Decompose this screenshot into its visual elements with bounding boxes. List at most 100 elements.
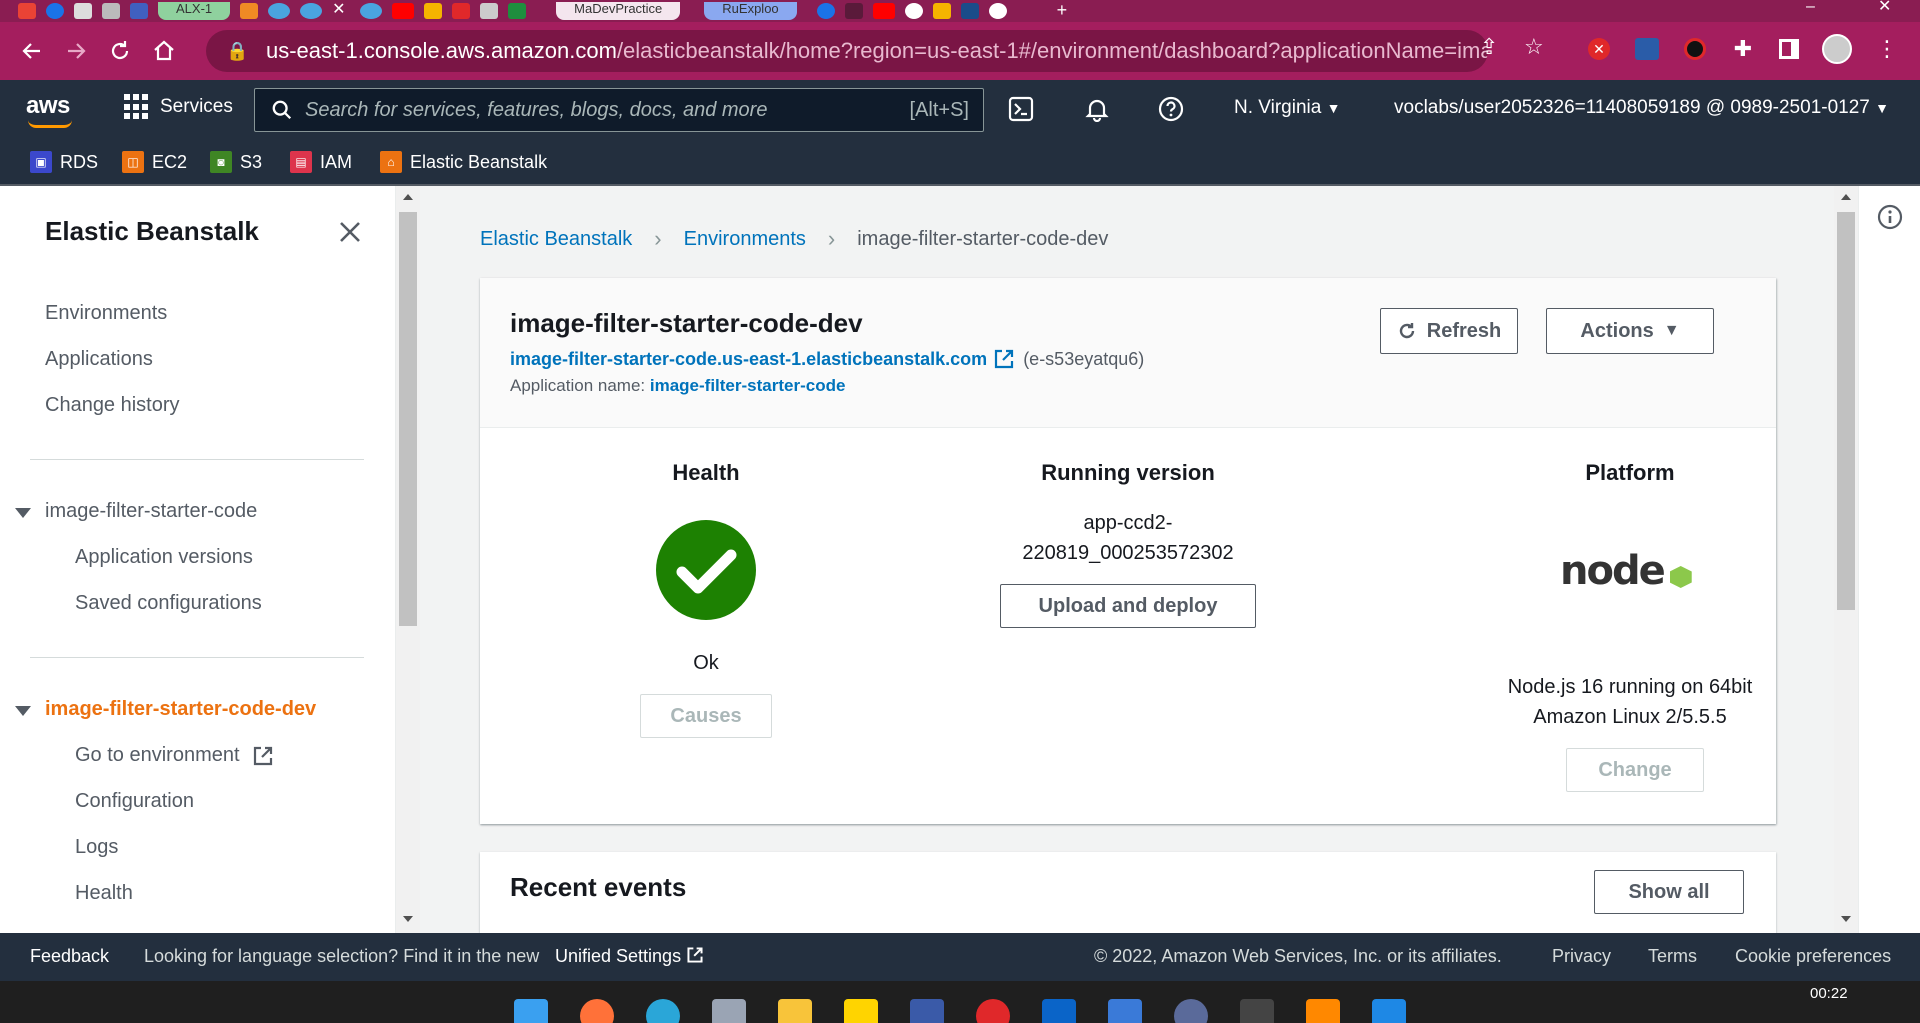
account-menu[interactable]: voclabs/user2052326=11408059189 @ 0989-2… <box>1394 97 1889 119</box>
forward-arrow-icon[interactable] <box>56 31 96 71</box>
youtube-tab-icon[interactable] <box>872 3 895 19</box>
tab-ruexploo[interactable]: RuExploo <box>704 2 797 20</box>
clock[interactable]: 00:22 <box>1810 985 1848 1003</box>
main-scrollbar[interactable] <box>1834 186 1858 933</box>
minimize-icon[interactable]: – <box>1806 0 1815 15</box>
close-icon[interactable] <box>336 218 364 246</box>
github-tab-icon[interactable] <box>904 3 923 19</box>
tab-icon[interactable] <box>452 3 471 19</box>
tab-icon[interactable] <box>240 3 259 19</box>
environment-url-link[interactable]: image-filter-starter-code.us-east-1.elas… <box>510 349 987 370</box>
tab-icon[interactable] <box>424 3 443 19</box>
scroll-up-arrow[interactable] <box>1841 194 1851 200</box>
search-input[interactable] <box>305 98 910 122</box>
tab-icon[interactable] <box>988 3 1007 19</box>
sidebar-item-change-history[interactable]: Change history <box>45 394 180 417</box>
firefox-icon[interactable] <box>580 999 614 1023</box>
edge-icon[interactable] <box>646 999 680 1023</box>
tab-icon[interactable] <box>74 3 92 19</box>
tab-icon[interactable] <box>816 3 835 19</box>
causes-button[interactable]: Causes <box>640 694 772 738</box>
tab-icon[interactable] <box>960 3 979 19</box>
terminal-icon[interactable] <box>1240 999 1274 1023</box>
settings-icon[interactable] <box>1108 999 1142 1023</box>
favorite-ec2[interactable]: ◫ EC2 <box>122 151 187 173</box>
windows-start-icon[interactable] <box>514 999 548 1023</box>
side-panel-icon[interactable] <box>1774 34 1804 64</box>
favorite-s3[interactable]: ◙ S3 <box>210 151 262 173</box>
share-icon[interactable]: ⇪ <box>1480 34 1498 60</box>
sidebar-item-health[interactable]: Health <box>75 882 133 905</box>
app-icon[interactable] <box>1174 999 1208 1023</box>
sticky-notes-icon[interactable] <box>844 999 878 1023</box>
scrollbar-thumb[interactable] <box>399 212 417 626</box>
cookie-preferences-link[interactable]: Cookie preferences <box>1735 946 1891 967</box>
scroll-down-arrow[interactable] <box>403 916 413 922</box>
region-selector[interactable]: N. Virginia ▼ <box>1234 97 1340 119</box>
app-icon[interactable] <box>712 999 746 1023</box>
profile-avatar[interactable] <box>1822 34 1852 64</box>
services-menu[interactable]: Services <box>124 94 233 120</box>
scroll-down-arrow[interactable] <box>1841 916 1851 922</box>
app-icon[interactable] <box>910 999 944 1023</box>
tab-icon[interactable] <box>46 3 64 19</box>
extension-icon[interactable]: ✕ <box>1584 34 1614 64</box>
show-all-button[interactable]: Show all <box>1594 870 1744 914</box>
reload-icon[interactable] <box>100 31 140 71</box>
search-box[interactable]: [Alt+S] <box>254 88 984 132</box>
sidebar-item-go-to-environment[interactable]: Go to environment <box>75 744 274 767</box>
feedback-link[interactable]: Feedback <box>30 946 109 967</box>
vlc-icon[interactable] <box>1306 999 1340 1023</box>
extension-icon[interactable] <box>1680 34 1710 64</box>
tab-icon[interactable] <box>932 3 951 19</box>
gmail-tab-icon[interactable] <box>18 3 36 19</box>
home-icon[interactable] <box>144 31 184 71</box>
application-name-link[interactable]: image-filter-starter-code <box>650 376 846 395</box>
tab-icon[interactable] <box>130 3 148 19</box>
file-explorer-icon[interactable] <box>778 999 812 1023</box>
bookmark-star-icon[interactable]: ☆ <box>1524 34 1544 60</box>
breadcrumb-elastic-beanstalk[interactable]: Elastic Beanstalk <box>480 228 632 251</box>
tab-icon[interactable] <box>360 3 383 19</box>
help-icon[interactable] <box>1156 94 1186 124</box>
caret-down-icon[interactable] <box>15 508 31 518</box>
browser-menu-icon[interactable]: ⋮ <box>1872 34 1902 64</box>
tab-icon[interactable] <box>508 3 527 19</box>
youtube-tab-icon[interactable] <box>392 3 415 19</box>
tab-icon[interactable] <box>300 3 323 19</box>
cloudshell-icon[interactable] <box>1006 94 1036 124</box>
upload-and-deploy-button[interactable]: Upload and deploy <box>1000 584 1256 628</box>
breadcrumb-environments[interactable]: Environments <box>684 228 806 251</box>
scrollbar-thumb[interactable] <box>1837 212 1855 610</box>
sidebar-item-saved-configurations[interactable]: Saved configurations <box>75 592 262 615</box>
tab-alx[interactable]: ALX-1 <box>158 2 231 20</box>
scroll-up-arrow[interactable] <box>403 194 413 200</box>
new-tab-icon[interactable]: + <box>1057 1 1075 19</box>
sidebar-item-application[interactable]: image-filter-starter-code <box>45 500 257 523</box>
unified-settings-link[interactable]: Unified Settings <box>555 946 704 967</box>
actions-button[interactable]: Actions ▼ <box>1546 308 1714 354</box>
chrome-icon[interactable] <box>976 999 1010 1023</box>
favorite-elastic-beanstalk[interactable]: ⌂ Elastic Beanstalk <box>380 151 547 173</box>
tab-icon[interactable] <box>268 3 291 19</box>
refresh-button[interactable]: Refresh <box>1380 308 1518 354</box>
close-icon[interactable]: ✕ <box>332 2 350 19</box>
sidebar-item-application-versions[interactable]: Application versions <box>75 546 253 569</box>
tab-icon[interactable] <box>844 3 863 19</box>
privacy-link[interactable]: Privacy <box>1552 946 1611 967</box>
favorite-rds[interactable]: ▣ RDS <box>30 151 98 173</box>
puzzle-extensions-icon[interactable]: ✚ <box>1728 34 1758 64</box>
sidebar-item-environments[interactable]: Environments <box>45 302 167 325</box>
sidebar-item-logs[interactable]: Logs <box>75 836 118 859</box>
bell-icon[interactable] <box>1082 94 1112 124</box>
vscode-icon[interactable] <box>1372 999 1406 1023</box>
outlook-icon[interactable] <box>1042 999 1076 1023</box>
back-arrow-icon[interactable] <box>12 31 52 71</box>
sidebar-item-applications[interactable]: Applications <box>45 348 153 371</box>
info-icon[interactable] <box>1877 204 1903 230</box>
external-link-icon[interactable] <box>993 348 1015 370</box>
extension-icon[interactable] <box>1632 34 1662 64</box>
sidebar-item-configuration[interactable]: Configuration <box>75 790 194 813</box>
tab-icon[interactable] <box>480 3 499 19</box>
aws-logo[interactable]: aws <box>26 92 72 128</box>
